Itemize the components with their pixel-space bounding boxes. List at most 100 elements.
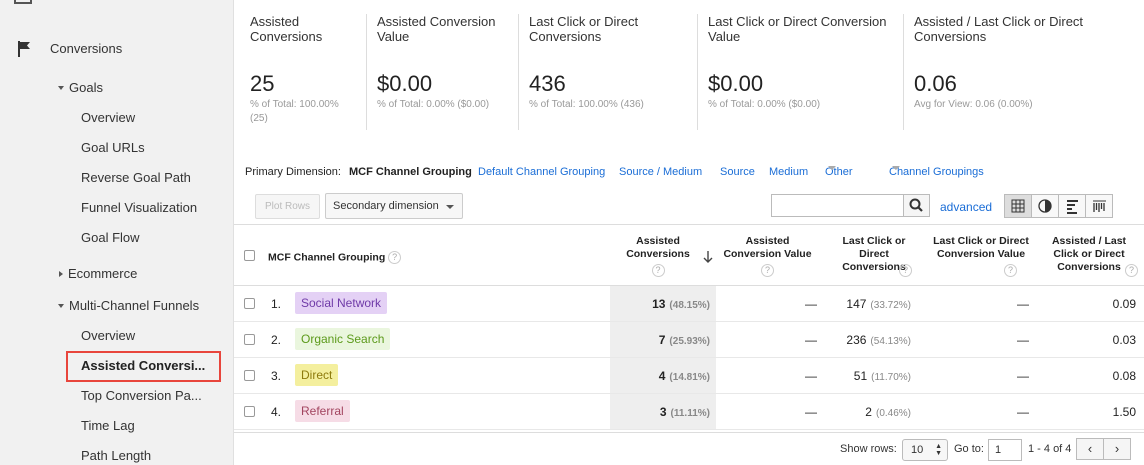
cell-percent: (33.72%) (870, 300, 911, 311)
nav-goals[interactable]: Goals (58, 80, 103, 95)
nav-assisted-conversions[interactable]: Assisted Conversi... (81, 358, 205, 373)
sort-descending-icon[interactable] (702, 250, 714, 264)
table-view-button[interactable] (1004, 194, 1032, 218)
last-click-conversions-cell: 236 (54.13%) (846, 333, 911, 347)
nav-mcf-overview[interactable]: Overview (81, 328, 135, 343)
assisted-conversions-cell: 4 (14.81%) (659, 369, 710, 383)
row-number: 4. (271, 405, 282, 419)
col-header-last-click-conversion-value[interactable]: Last Click or Direct Conversion Value (933, 235, 1029, 261)
metric-subtext: % of Total: 0.00% ($0.00) (708, 99, 821, 110)
last-click-conversion-value-cell: — (1017, 333, 1029, 347)
help-icon[interactable]: ? (761, 264, 774, 277)
select-all-checkbox[interactable] (244, 250, 255, 261)
nav-top-conversion-paths[interactable]: Top Conversion Pa... (81, 388, 202, 403)
metric-assisted-conversions: Assisted Conversions 25 % of Total: 100.… (250, 14, 362, 130)
metric-label: Last Click or Direct Conversions (529, 14, 639, 44)
summary-scorecard: Assisted Conversions 25 % of Total: 100.… (234, 0, 1144, 132)
channel-groupings-label: Channel Groupings (889, 166, 984, 178)
dimension-source[interactable]: Source (720, 166, 755, 178)
dimension-default-channel-grouping[interactable]: Default Channel Grouping (478, 166, 605, 178)
dimension-current: MCF Channel Grouping (349, 166, 472, 178)
nav-path-length[interactable]: Path Length (81, 448, 151, 463)
table-search-input[interactable] (771, 194, 904, 217)
secondary-dimension-label: Secondary dimension (333, 200, 439, 212)
nav-reverse-goal-path[interactable]: Reverse Goal Path (81, 170, 191, 185)
col-header-label: Assisted Conversion Value (723, 235, 812, 260)
nav-multi-channel-funnels[interactable]: Multi-Channel Funnels (58, 298, 199, 313)
last-click-conversions-cell: 51 (11.70%) (854, 369, 911, 383)
metric-label: Assisted Conversion Value (377, 14, 496, 44)
primary-dimension-label: Primary Dimension: (245, 166, 341, 178)
nav-funnel-visualization[interactable]: Funnel Visualization (81, 200, 197, 215)
cell-value: 4 (658, 369, 666, 383)
col-header-assisted-conversion-value[interactable]: Assisted Conversion Value ? (720, 235, 815, 277)
row-checkbox[interactable] (244, 406, 255, 417)
channel-link[interactable]: Direct (295, 364, 339, 386)
cell-percent: (0.46%) (875, 408, 911, 419)
cell-value: 147 (846, 297, 867, 311)
row-number: 3. (271, 369, 282, 383)
advanced-filter-link[interactable]: advanced (940, 200, 992, 214)
caret-right-icon (59, 270, 63, 277)
channel-link[interactable]: Social Network (295, 292, 388, 314)
col-header-dimension[interactable]: MCF Channel Grouping ? (268, 251, 402, 264)
cell-value: 7 (658, 333, 666, 347)
metric-last-click-conversion-value: Last Click or Direct Conversion Value $0… (708, 14, 898, 130)
last-click-conversion-value-cell: — (1017, 405, 1029, 419)
pie-view-button[interactable] (1031, 194, 1059, 218)
secondary-dimension-select[interactable]: Secondary dimension (325, 193, 463, 219)
help-icon[interactable]: ? (899, 264, 912, 277)
report-icon (14, 0, 32, 4)
chevron-right-icon: › (1114, 441, 1120, 456)
nav-goal-flow[interactable]: Goal Flow (81, 230, 140, 245)
ratio-cell: 0.03 (1112, 333, 1136, 347)
comparison-view-button[interactable] (1085, 194, 1113, 218)
cell-percent: (14.81%) (669, 372, 710, 383)
col-header-ratio[interactable]: Assisted / Last Click or Direct Conversi… (1044, 235, 1134, 274)
nav-goal-urls[interactable]: Goal URLs (81, 140, 145, 155)
row-checkbox[interactable] (244, 370, 255, 381)
nav-goals-overview[interactable]: Overview (81, 110, 135, 125)
next-page-button[interactable]: › (1103, 438, 1131, 460)
help-icon[interactable]: ? (651, 264, 665, 277)
metric-subtext: % of Total: 100.00% (25) (250, 99, 339, 124)
col-header-assisted-conversions[interactable]: Assisted Conversions ? (616, 235, 700, 277)
metric-label: Last Click or Direct Conversion Value (708, 14, 887, 44)
nav-conversions[interactable]: Conversions (50, 41, 122, 56)
assisted-conversion-value-cell: — (805, 405, 817, 419)
prev-page-button[interactable]: ‹ (1076, 438, 1104, 460)
row-checkbox[interactable] (244, 298, 255, 309)
cell-value: 2 (865, 405, 872, 419)
goto-page-input[interactable]: 1 (988, 439, 1022, 461)
channel-link[interactable]: Organic Search (295, 328, 391, 350)
nav-time-lag[interactable]: Time Lag (81, 418, 135, 433)
channel-link[interactable]: Referral (295, 400, 350, 422)
ratio-cell: 1.50 (1112, 405, 1136, 419)
help-icon[interactable]: ? (388, 251, 402, 264)
help-icon[interactable]: ? (1125, 264, 1138, 277)
plot-rows-button[interactable]: Plot Rows (255, 194, 320, 219)
metric-value: 0.06 (914, 71, 957, 96)
performance-view-button[interactable] (1058, 194, 1086, 218)
cell-percent: (25.93%) (669, 336, 710, 347)
show-rows-select[interactable]: 10 ▲ ▼ (902, 439, 948, 461)
cell-percent: (48.15%) (669, 300, 710, 311)
cell-value: 51 (853, 369, 868, 383)
col-header-label: Assisted Conversions (626, 235, 690, 260)
dimension-medium[interactable]: Medium (769, 166, 808, 178)
nav-ecommerce[interactable]: Ecommerce (58, 266, 137, 281)
flag-icon (18, 41, 30, 57)
assisted-conversions-cell: 7 (25.93%) (659, 333, 710, 347)
nav-mcf-label: Multi-Channel Funnels (69, 298, 200, 313)
col-header-label: MCF Channel Grouping (268, 251, 386, 264)
nav-goals-label: Goals (69, 80, 103, 95)
search-button[interactable] (903, 194, 930, 217)
dimension-source-medium[interactable]: Source / Medium (619, 166, 702, 178)
table-header: MCF Channel Grouping ? Assisted Conversi… (234, 224, 1144, 286)
table-row: 4. Referral 3 (11.11%) — 2 (0.46%) — 1.50 (234, 394, 1144, 430)
caret-down-icon (58, 85, 64, 90)
help-icon[interactable]: ? (1004, 264, 1017, 277)
performance-view-icon (1067, 200, 1078, 214)
cell-percent: (11.70%) (871, 372, 911, 383)
row-checkbox[interactable] (244, 334, 255, 345)
